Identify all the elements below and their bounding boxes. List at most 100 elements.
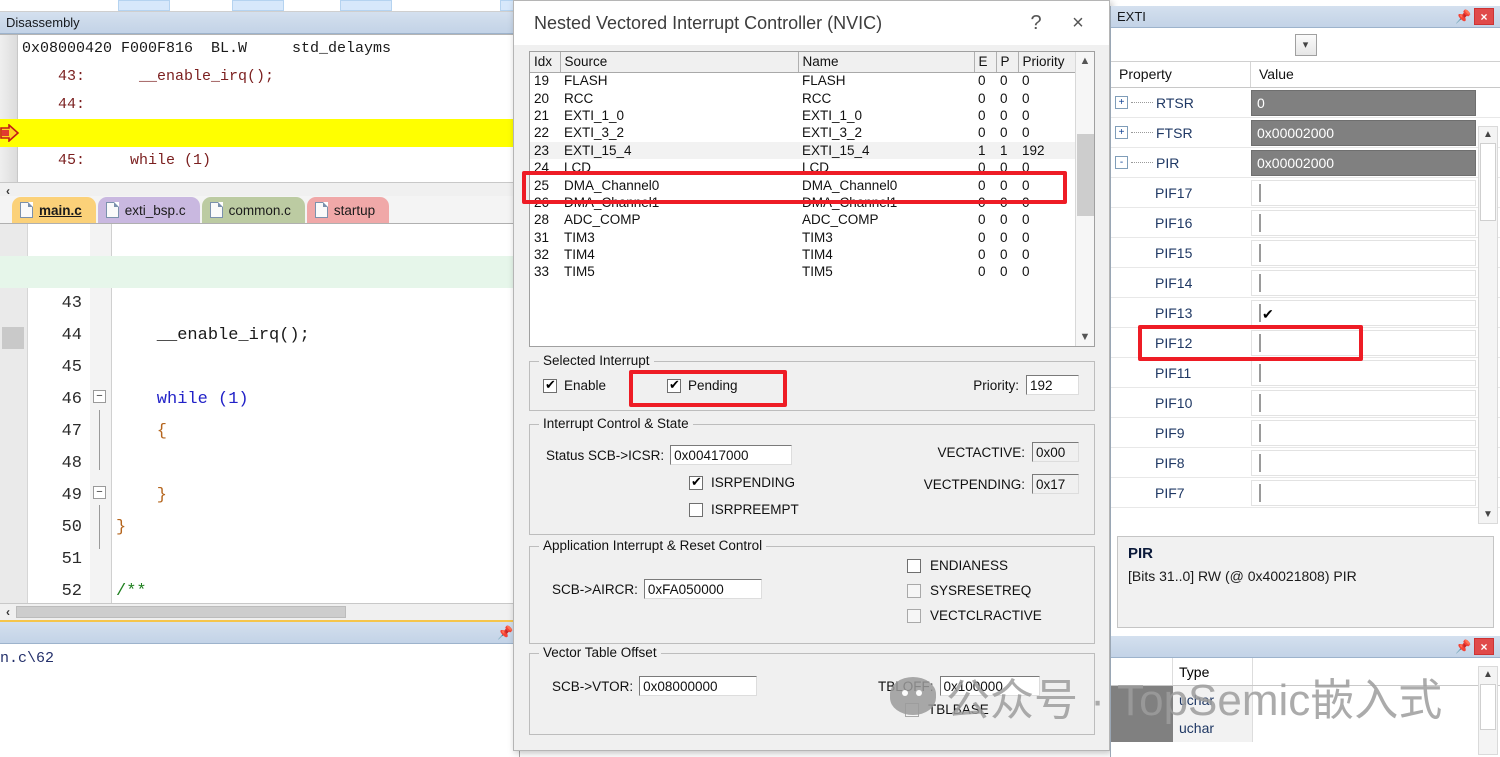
vectpending-row[interactable]: VECTPENDING: 0x17 [924, 474, 1079, 494]
icsr-field[interactable]: 0x00417000 [670, 445, 793, 465]
disassembly-line[interactable]: 43: __enable_irq(); [0, 63, 519, 91]
chevron-down-icon[interactable]: ▾ [1294, 33, 1317, 56]
pending-checkbox[interactable] [667, 377, 681, 393]
tab-common-c[interactable]: common.c [201, 197, 305, 223]
list-item[interactable]: PIF11 [1111, 358, 1500, 388]
tab-main-c[interactable]: main.c [12, 197, 96, 223]
close-button[interactable]: × [1057, 12, 1099, 35]
column-header-priority[interactable]: Priority [1018, 52, 1076, 73]
column-header-p[interactable]: P [996, 52, 1019, 73]
aircr-field[interactable]: 0xFA050000 [643, 579, 762, 599]
register-value[interactable]: 0 [1251, 89, 1476, 116]
watch-close-button[interactable]: × [1474, 638, 1494, 655]
table-row[interactable]: uchar [1111, 714, 1500, 742]
bit-checkbox[interactable] [1259, 393, 1261, 412]
bit-checkbox[interactable] [1259, 333, 1261, 352]
table-row[interactable]: 24 LCD LCD 0 0 0 [530, 159, 1075, 176]
endianess-row[interactable]: ENDIANESS [907, 558, 1008, 573]
isrpending-checkbox[interactable] [689, 474, 703, 490]
tblbase-checkbox[interactable] [905, 702, 919, 717]
watch-vscrollbar[interactable]: ▲ [1478, 666, 1498, 755]
tab-exti-bsp-c[interactable]: exti_bsp.c [97, 197, 200, 223]
pin-icon[interactable]: 📌 [1455, 6, 1471, 28]
list-item[interactable]: PIF7 [1111, 478, 1500, 508]
toolbar-button-2[interactable] [232, 0, 284, 11]
interrupt-table-container[interactable]: Idx Source Name E P Priority 19 FLASH FLAS… [529, 51, 1095, 347]
vectactive-row[interactable]: VECTACTIVE: 0x00 [937, 442, 1079, 462]
sysresetreq-row[interactable]: SYSRESETREQ [907, 583, 1031, 598]
list-item[interactable]: PIF9 [1111, 418, 1500, 448]
bit-value-cell[interactable] [1251, 389, 1476, 416]
priority-field[interactable]: 192 [1026, 375, 1079, 395]
exti-register-list[interactable]: + RTSR 0 + FTSR 0x00002000 - PIR 0x00002000 PIF17… [1111, 88, 1500, 508]
scroll-up-icon[interactable]: ▲ [1479, 127, 1497, 143]
scroll-down-icon[interactable]: ▼ [1076, 328, 1094, 346]
pin-icon[interactable]: 📌 [497, 622, 513, 644]
table-row[interactable]: 21 EXTI_1_0 EXTI_1_0 0 0 0 [530, 107, 1075, 124]
table-row[interactable]: 20 RCC RCC 0 0 0 [530, 89, 1075, 106]
bit-value-cell[interactable] [1251, 479, 1476, 506]
isrpreempt-checkbox[interactable] [689, 502, 703, 517]
exti-close-button[interactable]: × [1474, 8, 1494, 25]
list-item[interactable]: PIF13 [1111, 298, 1500, 328]
list-item[interactable]: PIF17 [1111, 178, 1500, 208]
list-item[interactable]: PIF14 [1111, 268, 1500, 298]
code-line[interactable]: 47 [0, 384, 519, 441]
table-row[interactable]: uchar [1111, 686, 1500, 714]
scroll-left-icon[interactable]: ‹ [0, 605, 16, 619]
table-row[interactable]: 22 EXTI_3_2 EXTI_3_2 0 0 0 [530, 124, 1075, 141]
code-line[interactable]: 49 } [0, 448, 519, 537]
sysresetreq-checkbox[interactable] [907, 583, 921, 598]
code-editor[interactable]: 42 43 __enable_irq(); 44 45 while (1) 46… [0, 224, 520, 620]
code-line[interactable]: 45 while (1) [0, 320, 519, 409]
bit-value-cell[interactable] [1251, 299, 1476, 326]
disassembly-line[interactable]: 44: [0, 91, 519, 119]
bit-checkbox[interactable] [1259, 453, 1261, 472]
toolbar-button-3[interactable] [340, 0, 392, 11]
endianess-checkbox[interactable] [907, 558, 921, 573]
editor-hscroll-thumb[interactable] [16, 606, 346, 618]
column-header-name[interactable]: Name [798, 52, 975, 73]
tbloff-field[interactable]: 0x100000 [939, 676, 1040, 696]
bit-checkbox[interactable] [1259, 213, 1261, 232]
code-line[interactable]: 46 { [0, 352, 519, 441]
vectclractive-row[interactable]: VECTCLRACTIVE [907, 608, 1042, 623]
nvic-dialog[interactable]: Nested Vectored Interrupt Controller (NV… [513, 0, 1110, 751]
fold-toggle-icon[interactable]: − [93, 486, 106, 499]
table-row[interactable]: 31 TIM3 TIM3 0 0 0 [530, 229, 1075, 246]
register-value[interactable]: 0x00002000 [1251, 119, 1476, 146]
list-item[interactable]: - PIR 0x00002000 [1111, 148, 1500, 178]
tbloff-row[interactable]: TBLOFF: 0x100000 [878, 676, 1040, 696]
collapse-icon[interactable]: - [1115, 156, 1128, 169]
bit-checkbox[interactable] [1259, 363, 1261, 382]
expand-icon[interactable]: + [1115, 96, 1128, 109]
interrupt-table[interactable]: Idx Source Name E P Priority 19 FLASH FLAS… [530, 52, 1076, 281]
enable-checkbox-row[interactable]: Enable [543, 377, 606, 393]
fold-toggle-icon[interactable]: − [93, 390, 106, 403]
exti-vscroll-thumb[interactable] [1480, 143, 1496, 221]
bit-checkbox[interactable] [1259, 303, 1261, 322]
interrupt-table-vscrollbar[interactable]: ▲ ▼ [1075, 52, 1094, 346]
register-value[interactable]: 0x00002000 [1251, 149, 1476, 176]
scroll-down-icon[interactable]: ▼ [1479, 507, 1497, 523]
isrpreempt-row[interactable]: ISRPREEMPT [689, 502, 799, 517]
exti-vscrollbar[interactable]: ▲ ▼ [1478, 126, 1498, 524]
disassembly-body[interactable]: 0x08000420 F000F816 BL.W std_delayms 43:… [0, 34, 519, 182]
list-item[interactable]: PIF8 [1111, 448, 1500, 478]
list-item[interactable]: PIF10 [1111, 388, 1500, 418]
bit-value-cell[interactable] [1251, 269, 1476, 296]
bit-value-cell[interactable] [1251, 239, 1476, 266]
code-line-current[interactable]: 43 __enable_irq(); [0, 256, 519, 345]
nvic-title-bar[interactable]: Nested Vectored Interrupt Controller (NV… [514, 1, 1109, 45]
bit-value-cell[interactable] [1251, 179, 1476, 206]
disassembly-line[interactable]: 45: while (1) [0, 147, 519, 175]
disassembly-line[interactable]: 0x08000420 F000F816 BL.W std_delayms [0, 35, 519, 63]
disassembly-current-line[interactable]: 0x08000424 B662 CPSIE I [0, 119, 519, 182]
watch-row-list[interactable]: uchar uchar [1111, 686, 1500, 742]
pending-checkbox-row[interactable]: Pending [667, 377, 738, 393]
icsr-row[interactable]: Status SCB->ICSR: 0x00417000 [546, 445, 793, 465]
editor-tab-bar[interactable]: main.c exti_bsp.c common.c startup [0, 196, 520, 224]
code-line[interactable]: 42 [0, 224, 519, 281]
code-line[interactable]: 51 /** [0, 512, 519, 601]
list-item[interactable]: PIF15 [1111, 238, 1500, 268]
